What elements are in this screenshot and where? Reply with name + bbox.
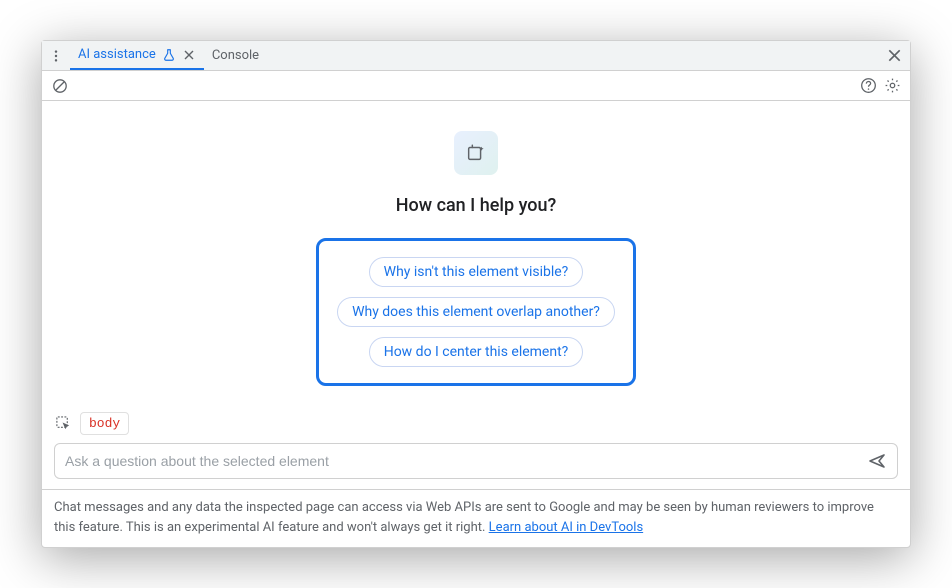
footer-link[interactable]: Learn about AI in DevTools (489, 520, 643, 535)
suggestion-chip[interactable]: Why does this element overlap another? (337, 297, 615, 327)
suggestion-chip[interactable]: Why isn't this element visible? (369, 257, 584, 287)
devtools-panel: AI assistance Console (41, 40, 911, 548)
clear-icon[interactable] (48, 74, 72, 98)
tab-label: AI assistance (78, 47, 156, 62)
selected-element-tag[interactable]: body (80, 412, 129, 435)
more-options-icon[interactable] (46, 46, 66, 66)
close-tab-icon[interactable] (182, 48, 196, 62)
footer-text: Chat messages and any data the inspected… (54, 500, 874, 535)
question-input[interactable] (65, 453, 865, 469)
help-icon[interactable] (856, 74, 880, 98)
heading: How can I help you? (396, 195, 556, 216)
flask-icon (162, 48, 176, 62)
suggestions-box: Why isn't this element visible? Why does… (316, 238, 636, 386)
input-wrapper (54, 443, 898, 479)
tab-console[interactable]: Console (204, 41, 267, 70)
ai-logo-icon (454, 131, 498, 175)
send-icon[interactable] (865, 449, 889, 473)
element-picker-icon[interactable] (54, 415, 72, 433)
settings-icon[interactable] (880, 74, 904, 98)
context-row: body (42, 406, 910, 439)
tab-ai-assistance[interactable]: AI assistance (70, 41, 204, 70)
tab-bar: AI assistance Console (42, 41, 910, 71)
close-panel-icon[interactable] (882, 44, 906, 68)
toolbar (42, 71, 910, 101)
footer-disclaimer: Chat messages and any data the inspected… (42, 489, 910, 547)
suggestion-chip[interactable]: How do I center this element? (369, 337, 584, 367)
tab-label: Console (212, 48, 259, 63)
